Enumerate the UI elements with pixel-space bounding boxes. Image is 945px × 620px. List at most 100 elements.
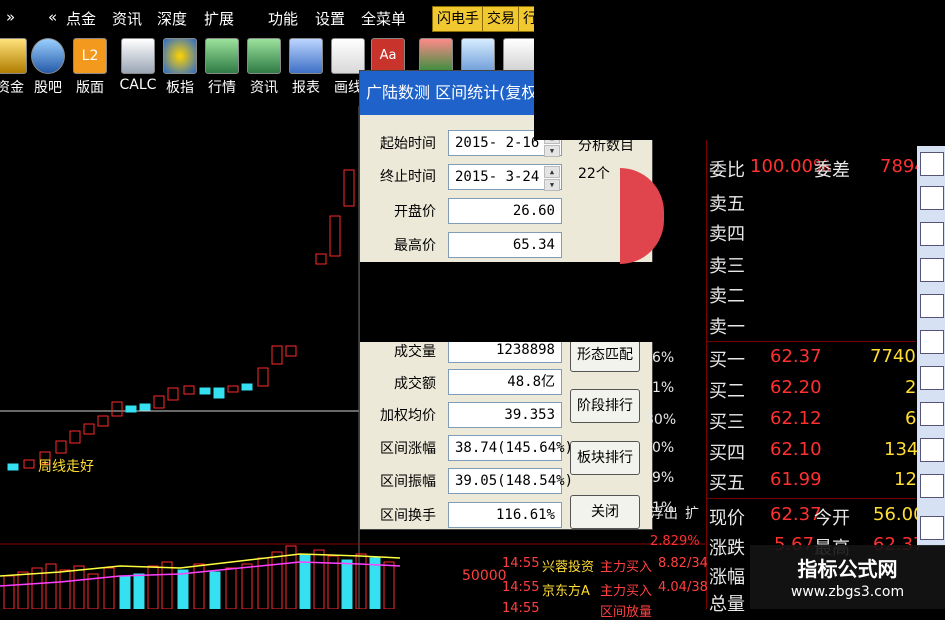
end-time-label: 终止时间 [380,169,436,185]
redacted-area-middle [360,262,705,342]
change-label: 涨跌 [709,538,745,559]
candle [257,367,269,387]
volume-bar [103,567,115,610]
volume-bar [355,553,367,610]
menu-item-all-menu[interactable]: 全菜单 [361,8,406,29]
buy4-label: 买四 [709,443,745,464]
stage-rank-button[interactable]: 阶段排行 [570,389,640,423]
volume-bar [209,571,221,610]
tool-sector-index[interactable]: 板指 [158,38,202,97]
document-icon[interactable] [920,366,944,390]
volume-bar [225,567,237,610]
candle [271,345,283,365]
right-tool-strip [917,146,945,546]
pct-fragment: 1% [652,380,675,396]
open-price-label: 开盘价 [394,204,436,220]
volume-bar [177,569,189,610]
candle [343,169,355,207]
candle [111,401,123,417]
float-out-tab[interactable]: 浮出 [650,503,678,523]
buy1-label: 买一 [709,350,745,371]
buy2-volume: 2 [905,377,917,398]
candle [315,253,327,265]
high-price-label: 最高价 [394,238,436,254]
wavg-price-label: 加权均价 [380,408,436,424]
sell2-label: 卖二 [709,286,745,307]
tool-report[interactable]: 报表 [284,38,328,97]
volume-label: 成交量 [394,344,436,360]
panel-divider [706,140,707,609]
end-time-field[interactable]: 2015- 3-24 ▲ ▼ [448,164,562,191]
high-price-value: 65.34 [448,232,562,258]
menu-item-depth[interactable]: 深度 [157,8,187,29]
menu-item-news[interactable]: 资讯 [112,8,142,29]
trade-button[interactable]: 交易 [482,6,520,32]
candle [125,405,137,413]
monitor-chart-icon [205,38,239,74]
candle [199,387,211,395]
pct-fragment: 9% [652,470,675,486]
sector-rank-button[interactable]: 板块排行 [570,441,640,475]
menu-back-arrows[interactable]: « [48,8,57,26]
buy5-label: 买五 [709,473,745,494]
wave-icon[interactable] [920,516,944,540]
pct-fragment: 0% [652,440,675,456]
trade-type: 主力买入 [600,584,653,599]
tool-forum[interactable]: 股吧 [26,38,70,97]
candle [285,345,297,357]
report-icon [289,38,323,74]
candle [69,430,81,444]
buy5-price: 61.99 [770,469,822,490]
turnover-value: 116.61% [448,502,562,528]
list-icon[interactable] [920,438,944,462]
flash-trade-button[interactable]: 闪电手 [432,6,484,32]
checklist-icon [503,38,537,74]
close-button[interactable]: 关闭 [570,495,640,529]
buy4-volume: 134 [884,439,919,460]
menu-item-settings[interactable]: 设置 [315,8,345,29]
line-chart-icon[interactable] [920,186,944,210]
bar-chart-icon[interactable] [920,258,944,282]
tool-calc[interactable]: CALC [116,38,160,93]
people-icon [31,38,65,74]
menu-item-function[interactable]: 功能 [268,8,298,29]
grid-icon[interactable] [920,152,944,176]
trade-stock[interactable]: 兴蓉投资 [542,556,594,575]
ratio-label: 委比 [709,160,745,181]
range-rise-label: 区间涨幅 [380,441,436,457]
amount-label: 成交额 [394,376,436,392]
candle [97,415,109,427]
sell5-label: 卖五 [709,194,745,215]
tool-layout[interactable]: L2 版面 [68,38,112,97]
f12-icon[interactable] [920,402,944,426]
table-icon[interactable] [920,330,944,354]
volume-bar [45,563,57,610]
range-amp-label: 区间振幅 [380,474,436,490]
tool-news[interactable]: 资讯 [242,38,286,97]
buy3-volume: 6 [905,408,917,429]
end-time-spinner[interactable]: ▲ ▼ [544,166,560,191]
buy2-price: 62.20 [770,377,822,398]
tool-market[interactable]: 行情 [200,38,244,97]
volume-bar [119,575,131,610]
buy1-price: 62.37 [770,346,822,367]
watermark-title: 指标公式网 [797,557,898,581]
volume-bar [193,563,205,610]
trade-type: 主力买入 [600,560,653,575]
trade-stock[interactable]: 京东方A [542,580,590,599]
candlestick-icon[interactable] [920,222,944,246]
l2-icon: L2 [73,38,107,74]
volume-bar [147,565,159,610]
menu-forward-arrows[interactable]: » [6,8,15,26]
volume-bar [3,575,15,610]
volume-bar [133,573,145,610]
pattern-match-button[interactable]: 形态匹配 [570,338,640,372]
expand-tab[interactable]: 扩 [685,503,699,523]
volume-axis-label: 50000 [462,568,507,584]
menu-item-dianjin[interactable]: 点金 [66,8,96,29]
f10-icon[interactable] [920,294,944,318]
menu-item-extend[interactable]: 扩展 [204,8,234,29]
start-time-label: 起始时间 [380,136,436,152]
search-icon[interactable] [920,474,944,498]
calculator-icon [121,38,155,74]
